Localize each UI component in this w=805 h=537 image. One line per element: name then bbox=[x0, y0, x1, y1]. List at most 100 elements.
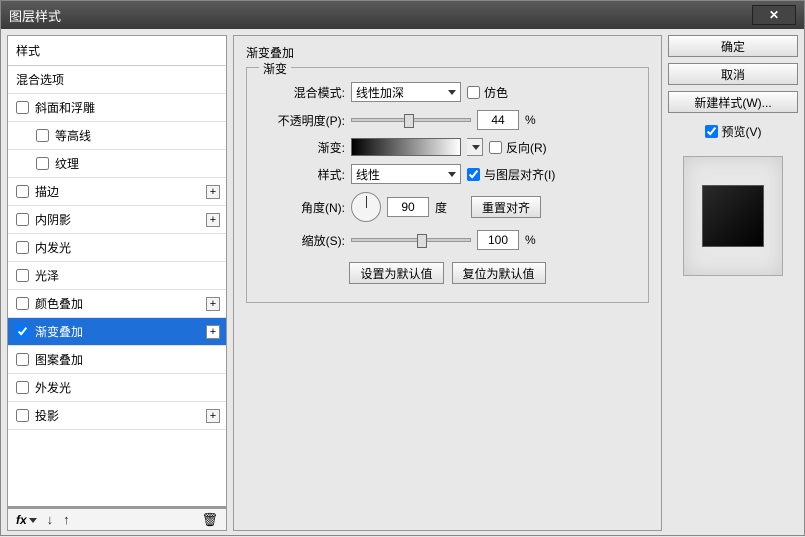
scale-slider[interactable] bbox=[351, 238, 471, 242]
scale-unit: % bbox=[525, 233, 536, 247]
move-up-icon[interactable]: ↑ bbox=[63, 512, 70, 527]
preview-checkbox[interactable]: 预览(V) bbox=[668, 123, 798, 140]
style-item-label: 渐变叠加 bbox=[35, 323, 83, 340]
opacity-unit: % bbox=[525, 113, 536, 127]
dither-input[interactable] bbox=[467, 86, 480, 99]
style-select[interactable]: 线性 bbox=[351, 164, 461, 184]
style-checkbox[interactable] bbox=[16, 353, 29, 366]
angle-dial[interactable] bbox=[351, 192, 381, 222]
preview-label: 预览(V) bbox=[722, 123, 762, 140]
style-checkbox[interactable] bbox=[16, 409, 29, 422]
blend-mode-label: 混合模式: bbox=[257, 84, 345, 101]
move-down-icon[interactable]: ↓ bbox=[47, 512, 54, 527]
preview-input[interactable] bbox=[705, 125, 718, 138]
style-item[interactable]: 内发光 bbox=[8, 234, 226, 262]
gradient-dropdown[interactable] bbox=[467, 138, 483, 156]
style-item-label: 内发光 bbox=[35, 239, 71, 256]
add-effect-icon[interactable]: + bbox=[206, 409, 220, 423]
new-style-button[interactable]: 新建样式(W)... bbox=[668, 91, 798, 113]
blending-options-label: 混合选项 bbox=[16, 71, 64, 88]
close-button[interactable]: ✕ bbox=[752, 5, 796, 25]
style-item[interactable]: 内阴影 + bbox=[8, 206, 226, 234]
scale-label: 缩放(S): bbox=[257, 232, 345, 249]
fx-dropdown-icon bbox=[29, 518, 37, 523]
style-item[interactable]: 描边+ bbox=[8, 178, 226, 206]
style-item-label: 等高线 bbox=[55, 127, 91, 144]
align-checkbox[interactable]: 与图层对齐(I) bbox=[467, 166, 555, 183]
style-item[interactable]: 投影 + bbox=[8, 402, 226, 430]
style-item[interactable]: 颜色叠加 + bbox=[8, 290, 226, 318]
trash-icon[interactable]: 🗑 bbox=[201, 512, 218, 528]
reset-align-button[interactable]: 重置对齐 bbox=[471, 196, 541, 218]
style-checkbox[interactable] bbox=[36, 129, 49, 142]
style-item-label: 投影 bbox=[35, 407, 59, 424]
style-item-label: 斜面和浮雕 bbox=[35, 99, 95, 116]
preview-box bbox=[683, 156, 783, 276]
style-item-label: 颜色叠加 bbox=[35, 295, 83, 312]
reset-default-button[interactable]: 复位为默认值 bbox=[452, 262, 546, 284]
add-effect-icon[interactable]: + bbox=[206, 297, 220, 311]
opacity-slider-thumb[interactable] bbox=[404, 114, 414, 128]
fieldset-legend: 渐变 bbox=[259, 60, 291, 77]
dialog-buttons: 确定 取消 新建样式(W)... 预览(V) bbox=[668, 35, 798, 531]
style-checkbox[interactable] bbox=[16, 297, 29, 310]
titlebar: 图层样式 ✕ bbox=[1, 1, 804, 29]
chevron-down-icon bbox=[448, 90, 456, 95]
opacity-slider[interactable] bbox=[351, 118, 471, 122]
angle-unit: 度 bbox=[435, 199, 447, 216]
dither-label: 仿色 bbox=[484, 84, 508, 101]
add-effect-icon[interactable]: + bbox=[206, 185, 220, 199]
style-checkbox[interactable] bbox=[16, 325, 29, 338]
reverse-checkbox[interactable]: 反向(R) bbox=[489, 139, 547, 156]
blend-mode-value: 线性加深 bbox=[356, 84, 404, 101]
add-effect-icon[interactable]: + bbox=[206, 325, 220, 339]
style-checkbox[interactable] bbox=[16, 213, 29, 226]
blend-mode-select[interactable]: 线性加深 bbox=[351, 82, 461, 102]
style-checkbox[interactable] bbox=[16, 101, 29, 114]
align-input[interactable] bbox=[467, 168, 480, 181]
style-item[interactable]: 光泽 bbox=[8, 262, 226, 290]
style-checkbox[interactable] bbox=[16, 381, 29, 394]
style-label: 样式: bbox=[257, 166, 345, 183]
opacity-input[interactable] bbox=[477, 110, 519, 130]
opacity-label: 不透明度(P): bbox=[257, 112, 345, 129]
add-effect-icon[interactable]: + bbox=[206, 213, 220, 227]
make-default-button[interactable]: 设置为默认值 bbox=[349, 262, 443, 284]
ok-button[interactable]: 确定 bbox=[668, 35, 798, 57]
style-item[interactable]: 图案叠加 bbox=[8, 346, 226, 374]
style-value: 线性 bbox=[356, 166, 380, 183]
gradient-picker[interactable] bbox=[351, 138, 461, 156]
styles-header[interactable]: 样式 bbox=[8, 36, 226, 66]
style-checkbox[interactable] bbox=[16, 241, 29, 254]
style-item[interactable]: 外发光 bbox=[8, 374, 226, 402]
angle-input[interactable] bbox=[387, 197, 429, 217]
chevron-down-icon bbox=[472, 145, 480, 150]
preview-swatch bbox=[702, 185, 764, 247]
window-title: 图层样式 bbox=[9, 6, 61, 25]
scale-input[interactable] bbox=[477, 230, 519, 250]
settings-panel: 渐变叠加 渐变 混合模式: 线性加深 仿色 不透明度(P): bbox=[233, 35, 662, 531]
cancel-button[interactable]: 取消 bbox=[668, 63, 798, 85]
close-icon: ✕ bbox=[769, 8, 779, 22]
fx-menu[interactable]: fx bbox=[16, 513, 37, 527]
blending-options-item[interactable]: 混合选项 bbox=[8, 66, 226, 94]
dither-checkbox[interactable]: 仿色 bbox=[467, 84, 508, 101]
style-item[interactable]: 等高线 bbox=[8, 122, 226, 150]
gradient-fieldset: 渐变 混合模式: 线性加深 仿色 不透明度(P): bbox=[246, 67, 649, 303]
styles-sidebar: 样式 混合选项 斜面和浮雕等高线纹理描边+ 内阴影 + 内发光光泽颜色叠加 + 渐变叠加 +… bbox=[7, 35, 227, 531]
style-checkbox[interactable] bbox=[16, 269, 29, 282]
chevron-down-icon bbox=[448, 172, 456, 177]
style-item[interactable]: 渐变叠加 + bbox=[8, 318, 226, 346]
reverse-label: 反向(R) bbox=[506, 139, 547, 156]
style-item-label: 图案叠加 bbox=[35, 351, 83, 368]
style-item-label: 光泽 bbox=[35, 267, 59, 284]
align-label: 与图层对齐(I) bbox=[484, 166, 555, 183]
style-checkbox[interactable] bbox=[16, 185, 29, 198]
scale-slider-thumb[interactable] bbox=[417, 234, 427, 248]
style-item-label: 内阴影 bbox=[35, 211, 71, 228]
style-item[interactable]: 纹理 bbox=[8, 150, 226, 178]
reverse-input[interactable] bbox=[489, 141, 502, 154]
style-item[interactable]: 斜面和浮雕 bbox=[8, 94, 226, 122]
style-checkbox[interactable] bbox=[36, 157, 49, 170]
angle-label: 角度(N): bbox=[257, 199, 345, 216]
